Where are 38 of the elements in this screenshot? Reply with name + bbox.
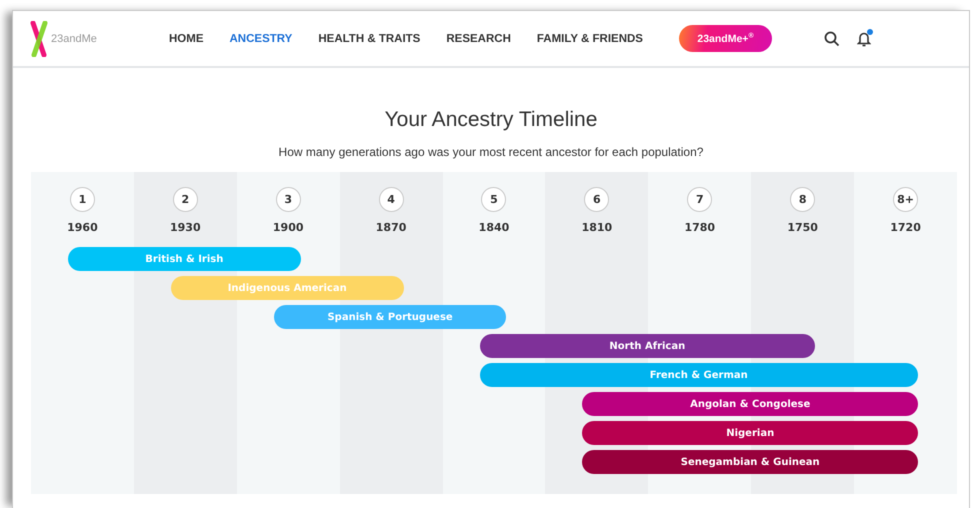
generation-number: 7 bbox=[687, 187, 712, 212]
generation-number: 2 bbox=[172, 187, 198, 212]
year-label: 1780 bbox=[684, 221, 716, 234]
generation-number: 8 bbox=[790, 187, 816, 212]
year-label: 1840 bbox=[478, 221, 510, 234]
page-title: Your Ancestry Timeline bbox=[384, 108, 598, 132]
subtitle: How many generations ago was your most recent ancestor for each population? bbox=[278, 145, 704, 159]
population-bar: Nigerian bbox=[582, 421, 918, 445]
nav-link[interactable]: RESEARCH bbox=[446, 32, 511, 44]
generation-number: 5 bbox=[481, 187, 506, 212]
nav-link[interactable]: HOME bbox=[169, 32, 204, 44]
generation-number: 4 bbox=[378, 187, 404, 212]
logo-icon bbox=[29, 20, 49, 56]
generation-number: 6 bbox=[584, 187, 610, 212]
year-label: 1930 bbox=[170, 221, 201, 234]
nav-link[interactable]: HEALTH & TRAITS bbox=[318, 32, 420, 44]
population-bar: Spanish & Portuguese bbox=[274, 305, 506, 329]
population-bar: French & German bbox=[480, 363, 918, 387]
generation-number: 3 bbox=[276, 187, 301, 212]
search-icon[interactable] bbox=[824, 30, 840, 46]
generation-number: 1 bbox=[70, 187, 95, 212]
year-label: 1810 bbox=[582, 221, 612, 234]
population-bar: Angolan & Congolese bbox=[582, 392, 918, 416]
population-bar: British & Irish bbox=[68, 247, 301, 271]
logo-text: 23andMe bbox=[51, 32, 97, 44]
generation-number: 8+ bbox=[893, 187, 918, 212]
year-label: 1900 bbox=[272, 221, 304, 234]
nav-link[interactable]: ANCESTRY bbox=[230, 32, 292, 44]
membership-button[interactable]: 23andMe+$^{®}$ bbox=[678, 25, 772, 52]
nav-link[interactable]: FAMILY & FRIENDS bbox=[536, 32, 643, 44]
year-label: 1720 bbox=[890, 221, 921, 234]
year-label: 1960 bbox=[67, 221, 98, 234]
population-bar: Indigenous American bbox=[170, 276, 404, 300]
population-bar: North African bbox=[480, 334, 816, 358]
population-bar: Senegambian & Guinean bbox=[582, 450, 918, 474]
year-label: 1870 bbox=[376, 221, 406, 234]
bell-icon[interactable] bbox=[856, 30, 871, 46]
year-label: 1750 bbox=[787, 221, 818, 234]
